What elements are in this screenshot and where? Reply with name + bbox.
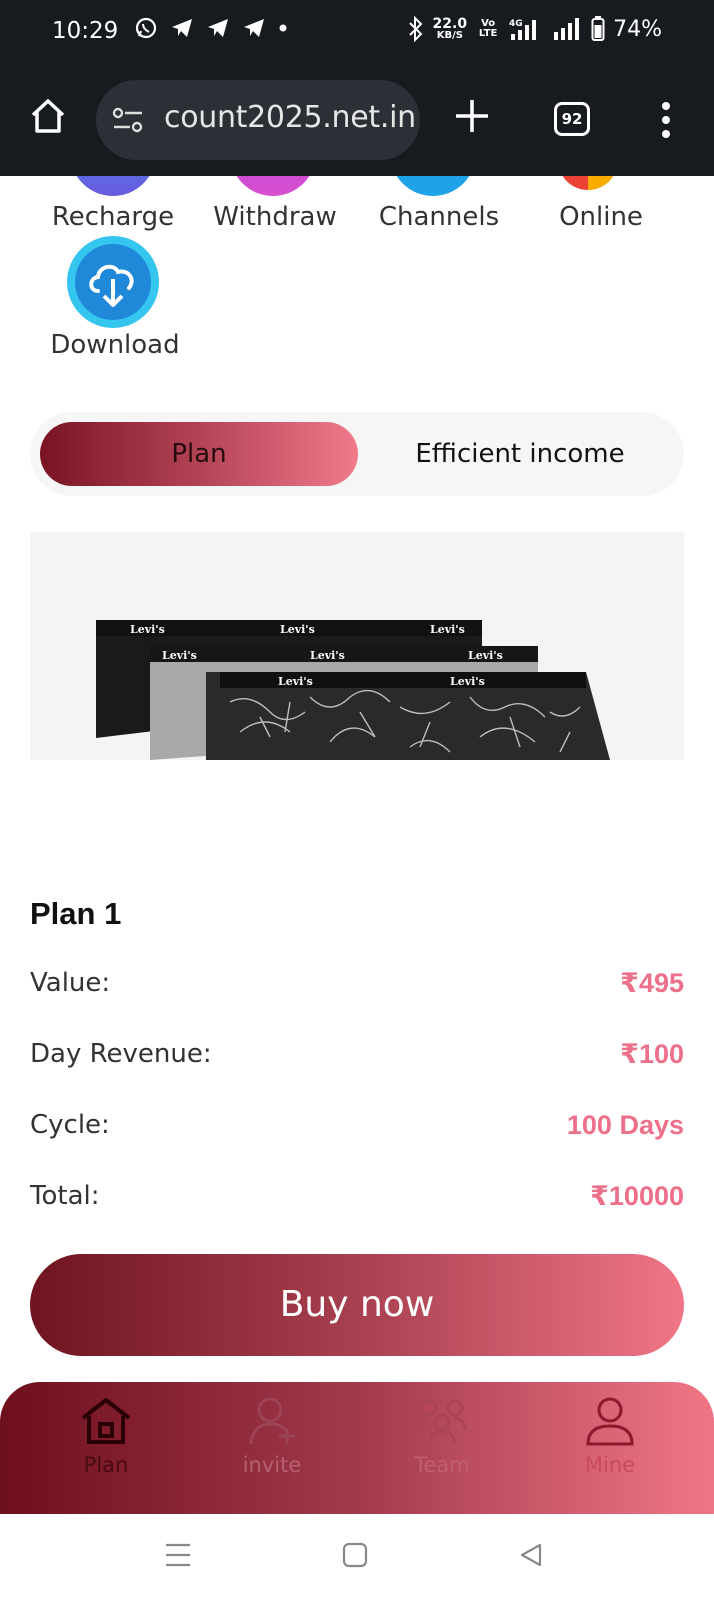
svg-text:Levi's: Levi's [430, 623, 465, 636]
quick-action-download-label: Download [50, 330, 180, 360]
network-speed: 22.0 KB/S [432, 16, 468, 41]
system-indicators: 22.0 KB/S Vo LTE 4G 74% [407, 16, 662, 42]
system-navigation-bar [0, 1514, 714, 1599]
recharge-icon[interactable] [70, 176, 156, 196]
nav-item-plan[interactable]: Plan [46, 1396, 166, 1477]
battery-percent: 74% [613, 16, 662, 42]
brand-logo-text: Levi's [130, 623, 165, 636]
quick-action-online[interactable]: Online [538, 202, 664, 232]
signal-icon [554, 18, 580, 40]
address-bar[interactable]: count2025.net.in [96, 80, 420, 160]
recents-menu-icon[interactable] [164, 1542, 192, 1568]
svg-text:Levi's: Levi's [310, 649, 345, 662]
home-square-icon[interactable] [342, 1542, 368, 1568]
more-menu-icon[interactable] [656, 100, 676, 140]
notification-icons [134, 16, 288, 40]
person-icon [586, 1397, 634, 1446]
product-image: Levi's Levi's Levi's Levi's Levi's Levi'… [30, 532, 684, 760]
svg-text:Levi's: Levi's [450, 675, 485, 688]
new-tab-icon[interactable] [452, 96, 492, 136]
status-bar: 10:29 22.0 KB/S Vo LTE 4G 74% [0, 0, 714, 66]
telegram-icon [172, 19, 192, 37]
svg-text:Levi's: Levi's [278, 675, 313, 688]
bottom-navigation: Plan invite Team Mine [0, 1382, 714, 1514]
telegram-icon [244, 19, 264, 37]
battery-icon [591, 16, 605, 41]
bluetooth-icon [408, 16, 422, 42]
svg-text:4G: 4G [509, 19, 523, 29]
plan-title: Plan 1 [30, 896, 122, 931]
quick-action-download[interactable] [67, 236, 159, 328]
url-text: count2025.net.in [164, 100, 416, 135]
plan-row-total: Total: ₹10000 [30, 1181, 684, 1211]
signal-4g-icon: 4G [509, 19, 537, 40]
telegram-icon [208, 19, 228, 37]
online-icon[interactable] [548, 176, 638, 196]
plan-income-toggle: Plan Efficient income [30, 412, 684, 496]
home-icon[interactable] [28, 96, 68, 136]
buy-now-button[interactable]: Buy now [30, 1254, 684, 1356]
tab-efficient-income[interactable]: Efficient income [370, 422, 670, 486]
nav-item-mine[interactable]: Mine [550, 1396, 670, 1477]
plan-row-day-revenue: Day Revenue: ₹100 [30, 1039, 684, 1069]
tab-switcher-button[interactable]: 92 [554, 102, 590, 136]
boxer-briefs-image: Levi's Levi's Levi's Levi's Levi's Levi'… [96, 620, 610, 760]
clock: 10:29 [52, 18, 119, 44]
quick-action-channels[interactable]: Channels [367, 202, 511, 232]
browser-toolbar: count2025.net.in 92 [0, 66, 714, 176]
plan-row-value: Value: ₹495 [30, 968, 684, 998]
back-triangle-icon[interactable] [518, 1542, 544, 1568]
dot-icon [279, 24, 287, 32]
quick-action-recharge[interactable]: Recharge [48, 202, 178, 232]
team-icon [417, 1399, 467, 1445]
cloud-download-icon [89, 264, 134, 307]
volte-badge: Vo LTE [478, 18, 498, 39]
svg-text:Levi's: Levi's [280, 623, 315, 636]
plan-row-cycle: Cycle: 100 Days [30, 1110, 684, 1140]
nav-item-team[interactable]: Team [382, 1396, 502, 1477]
user-add-icon [249, 1397, 295, 1445]
nav-item-invite[interactable]: invite [212, 1396, 332, 1477]
whatsapp-icon [135, 17, 157, 39]
channels-icon[interactable] [390, 176, 476, 196]
quick-action-withdraw[interactable]: Withdraw [205, 202, 345, 232]
svg-text:Levi's: Levi's [468, 649, 503, 662]
withdraw-icon[interactable] [230, 176, 316, 196]
site-settings-icon[interactable] [112, 106, 146, 134]
svg-text:Levi's: Levi's [162, 649, 197, 662]
house-icon [81, 1398, 131, 1444]
tab-plan[interactable]: Plan [40, 422, 358, 486]
